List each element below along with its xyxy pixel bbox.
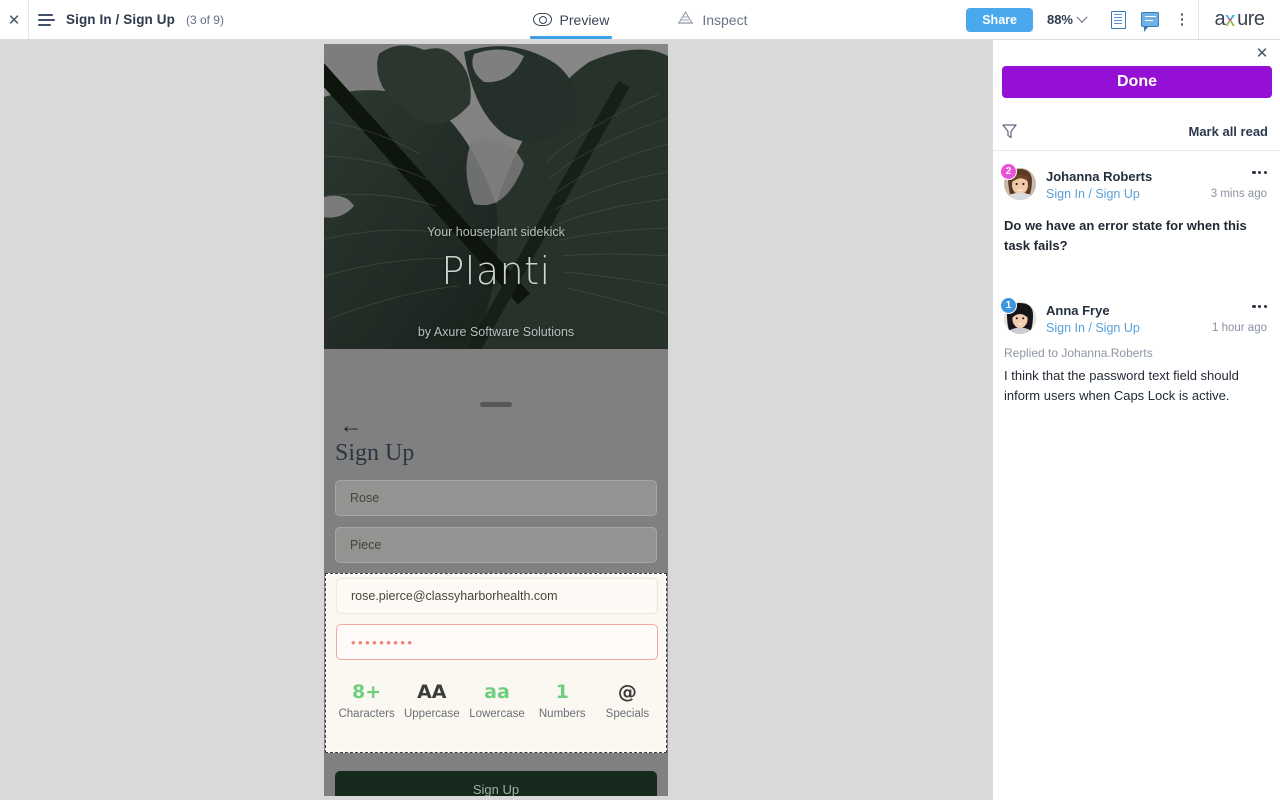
page-count: (3 of 9)	[185, 12, 224, 27]
tab-preview[interactable]: Preview	[529, 0, 613, 39]
comment-page-link[interactable]: Sign In / Sign Up	[1046, 321, 1140, 335]
comments-filter-row: Mark all read	[993, 112, 1280, 150]
comment-time: 1 hour ago	[1212, 322, 1267, 334]
inspect-icon	[677, 10, 694, 28]
comment-body: I think that the password text field sho…	[1004, 368, 1239, 403]
signup-submit-label: Sign Up	[472, 781, 520, 797]
notes-panel-icon[interactable]	[1102, 0, 1134, 39]
rule-icon-uppercase: AA	[417, 681, 447, 703]
axure-logo[interactable]: a x x x ure	[1198, 0, 1280, 39]
close-icon[interactable]: ✕	[1253, 44, 1271, 62]
rule-label-numbers: Numbers	[538, 708, 586, 720]
comment-reply-to: Replied to Johanna.Roberts	[1004, 346, 1153, 360]
rule-label-characters: Characters	[338, 708, 395, 720]
rule-icon-numbers: 1	[555, 681, 569, 703]
comment-body: Do we have an error state for when this …	[1004, 218, 1247, 253]
filter-funnel-icon[interactable]	[1002, 123, 1017, 139]
first-name-input[interactable]: Rose	[335, 480, 657, 516]
chevron-down-icon	[1076, 11, 1088, 23]
panel-divider	[993, 150, 1280, 151]
first-name-value: Rose	[350, 491, 380, 505]
comment-item[interactable]: 1 Anna Frye Sign In / Sign Up 1 hour ago…	[993, 297, 1280, 406]
signup-heading: Sign Up	[335, 440, 415, 466]
comment-author: Anna Frye	[1046, 303, 1110, 318]
toolbar-right-controls: Share 88% a x x x ure	[966, 0, 1280, 39]
zoom-level: 88%	[1046, 12, 1073, 27]
prototype-canvas: Your houseplant sidekick Planti by Axure…	[0, 40, 992, 800]
eye-icon	[532, 13, 552, 26]
tab-inspect[interactable]: Inspect	[674, 0, 750, 39]
password-rule-lowercase: aa Lowercase	[464, 679, 529, 720]
rule-icon-characters: 8+	[352, 681, 382, 703]
password-value: •••••••••	[351, 634, 415, 650]
rule-icon-lowercase: aa	[484, 681, 510, 703]
password-input[interactable]: •••••••••	[336, 624, 658, 660]
hero-title: Planti	[441, 249, 551, 293]
hamburger-icon[interactable]	[29, 0, 63, 39]
rule-label-uppercase: Uppercase	[403, 708, 460, 720]
tab-preview-label: Preview	[559, 11, 610, 28]
tab-inspect-label: Inspect	[702, 11, 748, 28]
share-button[interactable]: Share	[966, 7, 1033, 32]
email-value: rose.pierce@classyharborhealth.com	[351, 589, 558, 603]
comments-panel-icon[interactable]	[1134, 0, 1166, 39]
signup-submit-button[interactable]: Sign Up	[335, 771, 657, 796]
leaf-photo	[324, 44, 668, 349]
page-title: Sign In / Sign Up	[66, 12, 175, 27]
back-arrow-icon[interactable]: ←	[335, 409, 367, 441]
password-rule-characters: 8+ Characters	[334, 679, 399, 720]
comments-panel: ✕ Done Mark all read 2 Johanna Roberts S…	[992, 40, 1280, 800]
password-rule-numbers: 1 Numbers	[530, 679, 595, 720]
top-toolbar: ✕ Sign In / Sign Up (3 of 9) Preview Ins…	[0, 0, 1280, 40]
password-rule-uppercase: AA Uppercase	[399, 679, 464, 720]
hero-image: Your houseplant sidekick Planti by Axure…	[324, 44, 668, 349]
last-name-value: Piece	[350, 538, 382, 552]
kebab-menu-icon[interactable]	[1166, 0, 1198, 39]
kebab-menu-icon[interactable]	[1252, 305, 1267, 309]
email-input[interactable]: rose.pierce@classyharborhealth.com	[336, 578, 658, 614]
password-rules: 8+ Characters AA Uppercase aa Lowercase …	[334, 679, 660, 720]
device-frame: Your houseplant sidekick Planti by Axure…	[324, 44, 668, 796]
kebab-menu-icon[interactable]	[1252, 171, 1267, 175]
comment-time: 3 mins ago	[1210, 188, 1267, 200]
hero-subtitle-line2: by Axure Software Solutions	[417, 325, 575, 339]
comment-author: Johanna Roberts	[1046, 169, 1153, 184]
close-icon[interactable]: ✕	[0, 0, 29, 39]
comment-item[interactable]: 2 Johanna Roberts Sign In / Sign Up 3 mi…	[993, 163, 1280, 256]
done-button[interactable]: Done	[1002, 66, 1272, 98]
rule-icon-specials: @	[617, 681, 637, 703]
comment-header: 1 Anna Frye Sign In / Sign Up 1 hour ago	[1000, 297, 1267, 344]
comment-page-link[interactable]: Sign In / Sign Up	[1046, 187, 1140, 201]
mark-all-read-button[interactable]: Mark all read	[1189, 124, 1269, 139]
comment-badge: 1	[1000, 297, 1017, 314]
comment-header: 2 Johanna Roberts Sign In / Sign Up 3 mi…	[1000, 163, 1267, 210]
selected-component-group[interactable]: rose.pierce@classyharborhealth.com •••••…	[325, 573, 667, 753]
hero-subtitle-line1: Your houseplant sidekick	[427, 225, 565, 239]
password-rule-specials: @ Specials	[595, 679, 660, 720]
zoom-control[interactable]: 88%	[1046, 11, 1088, 27]
sheet-grabber-handle[interactable]	[480, 402, 512, 407]
last-name-input[interactable]: Piece	[335, 527, 657, 563]
comment-badge: 2	[1000, 163, 1017, 180]
rule-label-lowercase: Lowercase	[469, 708, 525, 720]
rule-label-specials: Specials	[605, 708, 650, 720]
